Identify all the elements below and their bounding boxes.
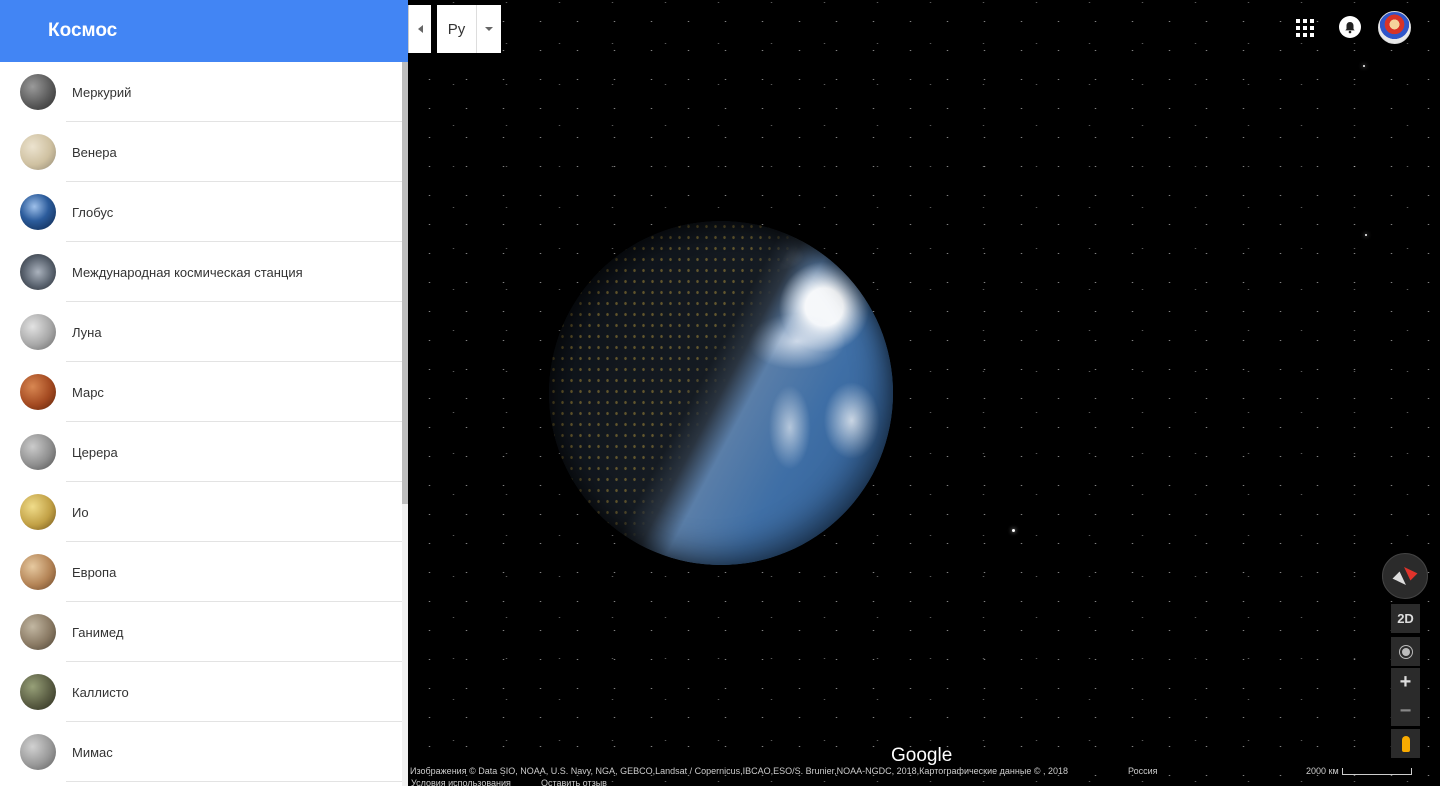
location-icon (1401, 647, 1410, 656)
collapse-sidebar-button[interactable] (408, 5, 431, 53)
sidebar-item-label: Ганимед (72, 624, 124, 640)
sidebar-item-label: Меркурий (72, 84, 132, 100)
bell-icon (1345, 21, 1355, 33)
globe-shading (549, 221, 893, 565)
star (1363, 65, 1365, 67)
terms-link[interactable]: Условия использования (411, 778, 511, 786)
sidebar-item-callisto[interactable]: Каллисто (0, 662, 402, 722)
chevron-down-icon (485, 27, 493, 31)
my-location-button[interactable] (1391, 637, 1420, 666)
zoom-in-button[interactable]: + (1391, 668, 1420, 697)
star (1012, 529, 1015, 532)
sidebar-item-label: Европа (72, 564, 117, 580)
sidebar-item-mimas[interactable]: Мимас (0, 722, 402, 782)
venus-thumbnail (20, 134, 56, 170)
europa-thumbnail (20, 554, 56, 590)
planet-list[interactable]: Меркурий Венера Глобус Международная космич… (0, 62, 402, 786)
pegman-icon (1401, 735, 1410, 752)
language-select[interactable]: Ру (437, 5, 501, 53)
sidebar-item-label: Международная космическая станция (72, 264, 303, 280)
google-logo: Google (891, 745, 953, 766)
sidebar-item-label: Луна (72, 324, 102, 340)
callisto-thumbnail (20, 674, 56, 710)
divider (66, 781, 402, 782)
sidebar-item-mercury[interactable]: Меркурий (0, 62, 402, 122)
scale-line (1341, 767, 1412, 775)
feedback-link[interactable]: Оставить отзыв (541, 778, 607, 786)
sidebar-item-mars[interactable]: Марс (0, 362, 402, 422)
scale-bar[interactable]: 2000 км (1306, 766, 1412, 776)
mars-thumbnail (20, 374, 56, 410)
earth-thumbnail (20, 194, 56, 230)
notifications-icon[interactable] (1339, 16, 1361, 38)
chevron-left-icon (417, 25, 423, 33)
pegman-button[interactable] (1391, 729, 1420, 758)
sidebar-item-label: Каллисто (72, 684, 129, 700)
sidebar-item-label: Венера (72, 144, 117, 160)
sidebar-item-label: Марс (72, 384, 104, 400)
sidebar-item-europa[interactable]: Европа (0, 542, 402, 602)
language-value: Ру (447, 20, 466, 38)
scrollbar-thumb[interactable] (402, 62, 408, 504)
sidebar-item-label: Церера (72, 444, 118, 460)
scale-label: 2000 км (1306, 766, 1339, 776)
sidebar-item-label: Мимас (72, 744, 113, 760)
sidebar-title: Космос (0, 0, 408, 62)
space-sidebar: Космос Меркурий Венера Глобус Международная… (0, 0, 408, 786)
apps-grid-icon[interactable] (1296, 19, 1314, 37)
region-label[interactable]: Россия (1128, 766, 1158, 776)
sidebar-item-label: Ио (72, 504, 89, 520)
sidebar-item-earth[interactable]: Глобус (0, 182, 402, 242)
io-thumbnail (20, 494, 56, 530)
sidebar-item-venus[interactable]: Венера (0, 122, 402, 182)
moon-thumbnail (20, 314, 56, 350)
star (1365, 234, 1367, 236)
dropdown-arrow[interactable] (477, 27, 501, 31)
maps-app: Космос Меркурий Венера Глобус Международная… (0, 0, 1440, 786)
earth-globe[interactable] (549, 221, 893, 565)
sidebar-item-io[interactable]: Ио (0, 482, 402, 542)
ganymede-thumbnail (20, 614, 56, 650)
mercury-thumbnail (20, 74, 56, 110)
compass-button[interactable] (1382, 553, 1428, 599)
zoom-out-button[interactable]: − (1391, 697, 1420, 726)
view-2d-button[interactable]: 2D (1391, 604, 1420, 633)
sidebar-item-ganymede[interactable]: Ганимед (0, 602, 402, 662)
sidebar-item-iss[interactable]: Международная космическая станция (0, 242, 402, 302)
sidebar-item-ceres[interactable]: Церера (0, 422, 402, 482)
attribution-text: Изображения © Data SIO, NOAA, U.S. Navy,… (410, 766, 1068, 776)
ceres-thumbnail (20, 434, 56, 470)
sidebar-item-label: Глобус (72, 204, 114, 220)
mimas-thumbnail (20, 734, 56, 770)
iss-thumbnail (20, 254, 56, 290)
avatar[interactable] (1378, 11, 1411, 44)
sidebar-item-moon[interactable]: Луна (0, 302, 402, 362)
